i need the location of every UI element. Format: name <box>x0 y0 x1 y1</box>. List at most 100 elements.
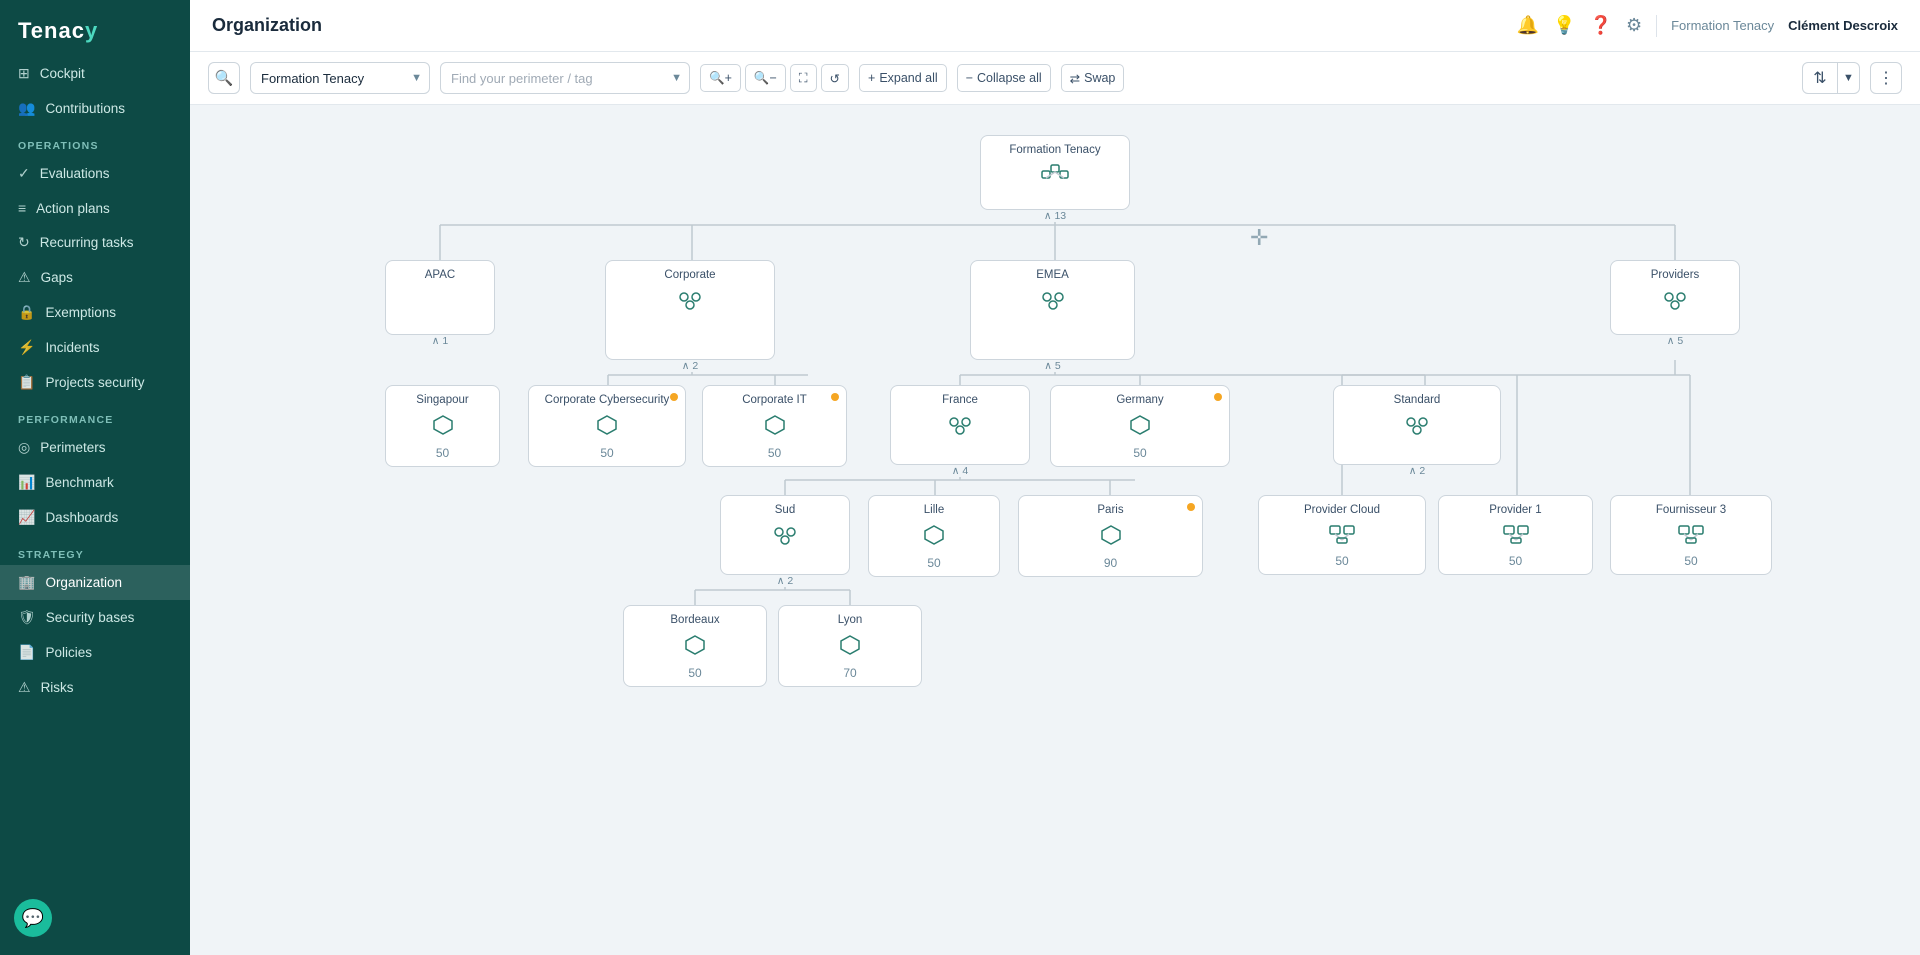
sidebar-item-risks[interactable]: ⚠ Risks <box>0 670 190 705</box>
node-corp-it-dot <box>831 393 839 401</box>
contributions-icon: 👥 <box>18 100 35 117</box>
node-corp-cyber-label: Corporate Cybersecurity <box>545 394 670 406</box>
node-lyon-score: 70 <box>843 666 856 680</box>
node-france-count: ∧ 4 <box>948 465 972 477</box>
node-bordeaux[interactable]: Bordeaux 50 <box>623 605 767 687</box>
perimeter-select[interactable]: Find your perimeter / tag <box>440 62 690 94</box>
sidebar-item-security-bases[interactable]: 🛡 Security bases <box>0 600 190 635</box>
node-root-label: Formation Tenacy <box>1009 144 1100 156</box>
node-paris[interactable]: Paris 90 <box>1018 495 1203 577</box>
node-corporate[interactable]: Corporate ∧ 2 <box>605 260 775 360</box>
node-germany[interactable]: Germany 50 <box>1050 385 1230 467</box>
node-standard[interactable]: Standard ∧ 2 <box>1333 385 1501 465</box>
node-corp-it-score: 50 <box>768 446 781 460</box>
node-apac-count: ∧ 1 <box>428 335 452 347</box>
recurring-tasks-icon: ↻ <box>18 234 30 251</box>
node-standard-count: ∧ 2 <box>1405 465 1429 477</box>
sort-button[interactable]: ⇅ <box>1802 62 1838 94</box>
sidebar-item-policies[interactable]: 📄 Policies <box>0 635 190 670</box>
reset-button[interactable]: ↺ <box>821 64 849 92</box>
perimeter-select-wrap: Find your perimeter / tag ▼ <box>440 62 690 94</box>
swap-button[interactable]: ⇄ Swap <box>1061 64 1125 92</box>
more-options-button[interactable]: ⋮ <box>1870 62 1902 94</box>
sidebar-item-cockpit[interactable]: ⊞ Cockpit <box>0 56 190 91</box>
node-provider-cloud[interactable]: Provider Cloud 50 <box>1258 495 1426 575</box>
bulb-icon[interactable]: 💡 <box>1553 15 1575 36</box>
topbar-divider <box>1656 15 1657 37</box>
node-fournisseur3[interactable]: Fournisseur 3 50 <box>1610 495 1772 575</box>
notification-icon[interactable]: 🔔 <box>1517 15 1539 36</box>
node-singapour[interactable]: Singapour 50 <box>385 385 500 467</box>
section-strategy: STRATEGY <box>0 535 190 565</box>
expand-plus-icon: + <box>868 71 875 85</box>
node-standard-label: Standard <box>1394 394 1441 406</box>
node-sud-label: Sud <box>775 504 795 516</box>
sidebar-item-contributions[interactable]: 👥 Contributions <box>0 91 190 126</box>
sidebar-item-benchmark[interactable]: 📊 Benchmark <box>0 465 190 500</box>
node-sud[interactable]: Sud ∧ 2 <box>720 495 850 575</box>
node-corp-cyber[interactable]: Corporate Cybersecurity 50 <box>528 385 686 467</box>
fit-button[interactable]: ⛶ <box>790 64 817 92</box>
gaps-icon: ⚠ <box>18 269 31 286</box>
sort-dropdown-button[interactable]: ▼ <box>1838 62 1860 94</box>
swap-icon: ⇄ <box>1070 71 1080 86</box>
node-providers[interactable]: Providers ∧ 5 <box>1610 260 1740 335</box>
node-lille-score: 50 <box>927 556 940 570</box>
node-corp-it[interactable]: Corporate IT 50 <box>702 385 847 467</box>
organization-select[interactable]: Formation Tenacy <box>250 62 430 94</box>
node-providers-icon <box>1661 289 1689 317</box>
help-icon[interactable]: ❓ <box>1590 15 1612 36</box>
search-button[interactable]: 🔍 <box>208 62 240 94</box>
zoom-out-button[interactable]: 🔍− <box>745 64 786 92</box>
node-lille[interactable]: Lille 50 <box>868 495 1000 577</box>
sidebar-item-perimeters[interactable]: ◎ Perimeters <box>0 430 190 465</box>
zoom-in-button[interactable]: 🔍+ <box>700 64 741 92</box>
sidebar-item-dashboards[interactable]: 📈 Dashboards <box>0 500 190 535</box>
node-providers-count: ∧ 5 <box>1663 335 1687 347</box>
sidebar-item-projects-security[interactable]: 📋 Projects security <box>0 365 190 400</box>
main-content: Organization 🔔 💡 ❓ ⚙ Formation Tenacy Cl… <box>190 0 1920 955</box>
organization-icon: 🏢 <box>18 574 35 591</box>
chat-bubble-button[interactable]: 💬 <box>14 899 52 937</box>
sidebar-item-gaps[interactable]: ⚠ Gaps <box>0 260 190 295</box>
zoom-group: 🔍+ 🔍− ⛶ ↺ <box>700 64 849 92</box>
node-paris-score: 90 <box>1104 556 1117 570</box>
node-root[interactable]: Formation Tenacy ∧ 13 <box>980 135 1130 210</box>
expand-all-button[interactable]: + Expand all <box>859 64 947 92</box>
sidebar-item-evaluations[interactable]: ✓ Evaluations <box>0 156 190 191</box>
node-france[interactable]: France ∧ 4 <box>890 385 1030 465</box>
sidebar-item-exemptions[interactable]: 🔒 Exemptions <box>0 295 190 330</box>
node-emea-label: EMEA <box>1036 269 1069 281</box>
user-name-label: Clément Descroix <box>1788 18 1898 33</box>
node-fournisseur3-label: Fournisseur 3 <box>1656 504 1726 516</box>
org-canvas[interactable]: ✛ Formation Tenacy ∧ 13 APAC ∧ 1 Corpora… <box>190 105 1920 955</box>
node-singapour-score: 50 <box>436 446 449 460</box>
node-lyon-label: Lyon <box>838 614 863 626</box>
sidebar-item-recurring-tasks[interactable]: ↻ Recurring tasks <box>0 225 190 260</box>
sidebar-item-incidents[interactable]: ⚡ Incidents <box>0 330 190 365</box>
node-provider1-label: Provider 1 <box>1489 504 1541 516</box>
node-bordeaux-icon <box>684 634 706 662</box>
node-lille-label: Lille <box>924 504 944 516</box>
node-bordeaux-score: 50 <box>688 666 701 680</box>
sidebar-item-organization[interactable]: 🏢 Organization <box>0 565 190 600</box>
organization-select-wrap: Formation Tenacy ▼ <box>250 62 430 94</box>
node-apac[interactable]: APAC ∧ 1 <box>385 260 495 335</box>
sidebar-item-action-plans[interactable]: ≡ Action plans <box>0 191 190 225</box>
node-sud-count: ∧ 2 <box>773 575 797 587</box>
perimeters-icon: ◎ <box>18 439 30 456</box>
risks-icon: ⚠ <box>18 679 31 696</box>
collapse-all-button[interactable]: − Collapse all <box>957 64 1051 92</box>
node-corp-cyber-score: 50 <box>600 446 613 460</box>
incidents-icon: ⚡ <box>18 339 35 356</box>
settings-icon[interactable]: ⚙ <box>1626 15 1642 36</box>
action-plans-icon: ≡ <box>18 200 26 216</box>
node-root-count: ∧ 13 <box>1040 210 1070 222</box>
node-emea[interactable]: EMEA ∧ 5 <box>970 260 1135 360</box>
node-root-icon <box>1041 164 1069 192</box>
node-paris-label: Paris <box>1097 504 1123 516</box>
node-lyon[interactable]: Lyon 70 <box>778 605 922 687</box>
node-provider1[interactable]: Provider 1 50 <box>1438 495 1593 575</box>
node-germany-icon <box>1129 414 1151 442</box>
policies-icon: 📄 <box>18 644 35 661</box>
